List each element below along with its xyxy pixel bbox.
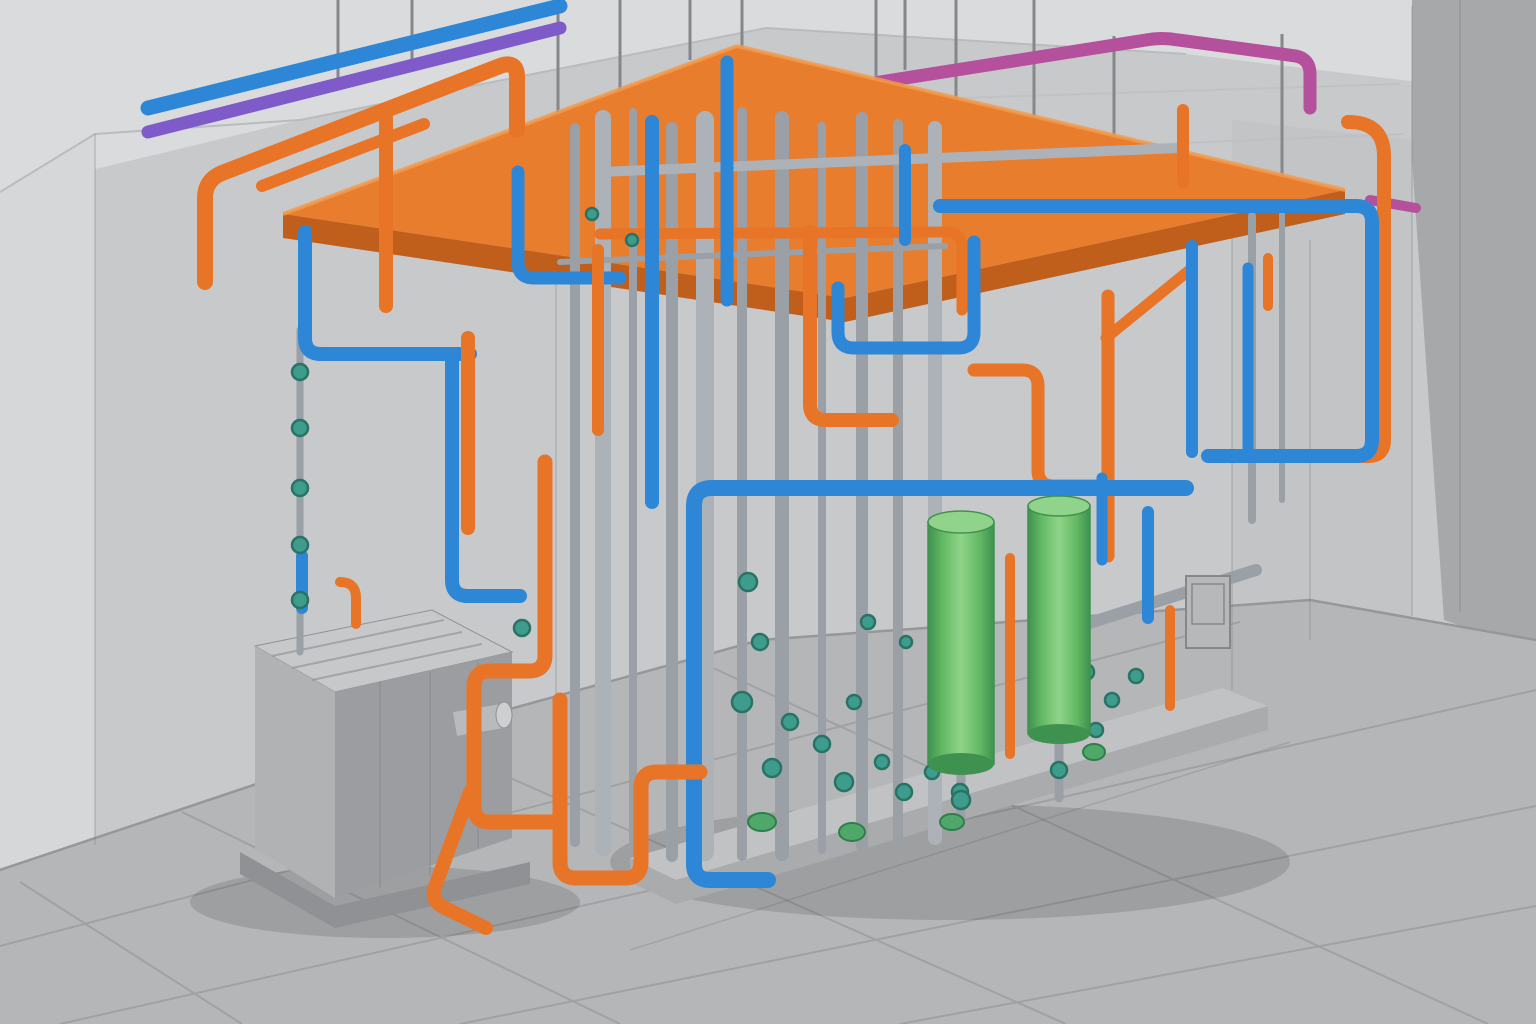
valve-fitting[interactable]: [292, 537, 308, 553]
equipment-cabinet[interactable]: [240, 610, 530, 928]
valve-fitting[interactable]: [1089, 723, 1103, 737]
pump-body[interactable]: [1083, 744, 1105, 760]
valve-fitting[interactable]: [835, 773, 853, 791]
valve-fitting[interactable]: [900, 636, 912, 648]
storage-tank-1-body[interactable]: [928, 522, 994, 764]
valve-fitting[interactable]: [782, 714, 798, 730]
valve-fitting[interactable]: [732, 692, 752, 712]
valve-fitting[interactable]: [752, 634, 768, 650]
storage-tank-1-bottom: [928, 753, 994, 775]
valve-fitting[interactable]: [514, 620, 530, 636]
valve-fitting[interactable]: [861, 615, 875, 629]
pump-body[interactable]: [748, 813, 776, 831]
pump-body[interactable]: [940, 814, 964, 830]
valve-fitting[interactable]: [814, 736, 830, 752]
valve-fitting[interactable]: [626, 234, 638, 246]
valve-fitting[interactable]: [875, 755, 889, 769]
valve-fitting[interactable]: [1129, 669, 1143, 683]
model-canvas[interactable]: [0, 0, 1536, 1024]
storage-tank-1-top: [928, 511, 994, 533]
cabinet-nozzle-cap: [496, 702, 512, 728]
storage-tank-2-bottom: [1028, 724, 1090, 744]
pump-body[interactable]: [839, 823, 865, 841]
valve-fitting[interactable]: [292, 480, 308, 496]
valve-fitting[interactable]: [739, 573, 757, 591]
3d-viewport[interactable]: [0, 0, 1536, 1024]
storage-tank-2-body[interactable]: [1028, 506, 1090, 734]
valve-fitting[interactable]: [896, 784, 912, 800]
valve-fitting[interactable]: [292, 592, 308, 608]
valve-fitting[interactable]: [952, 791, 970, 809]
valve-fitting[interactable]: [1051, 762, 1067, 778]
valve-fitting[interactable]: [1105, 693, 1119, 707]
wall-left-panel: [0, 134, 95, 872]
valve-fitting[interactable]: [586, 208, 598, 220]
junction-box[interactable]: [1186, 576, 1230, 648]
valve-fitting[interactable]: [763, 759, 781, 777]
valve-fitting[interactable]: [847, 695, 861, 709]
valve-fitting[interactable]: [292, 420, 308, 436]
storage-tank-2-top: [1028, 496, 1090, 516]
valve-fitting[interactable]: [292, 364, 308, 380]
